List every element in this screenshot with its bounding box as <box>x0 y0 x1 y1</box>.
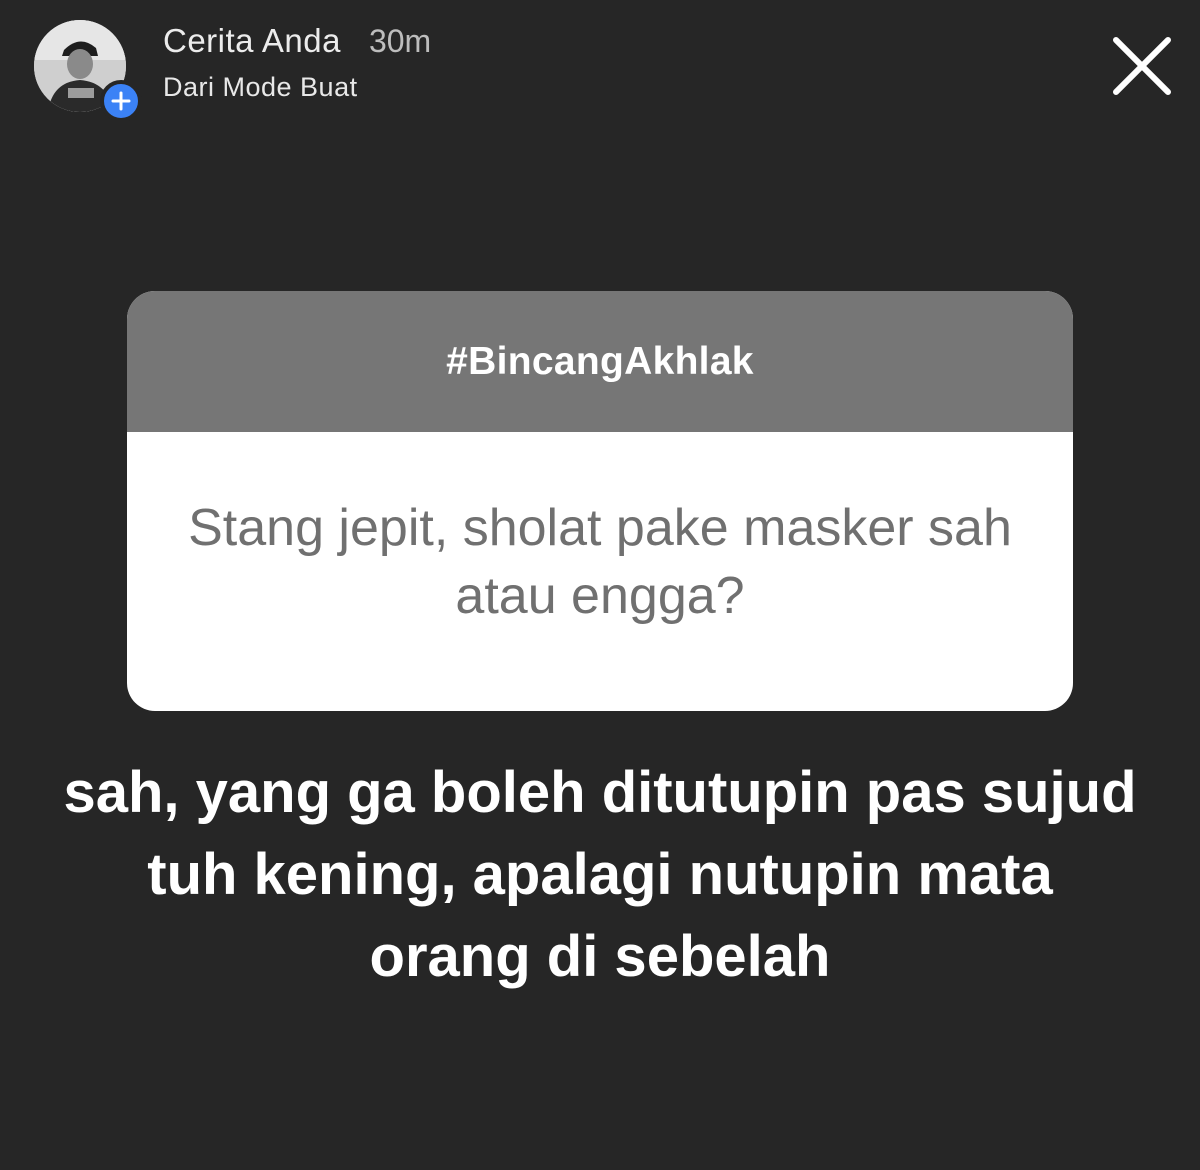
story-subtitle: Dari Mode Buat <box>163 72 358 102</box>
story-timestamp: 30m <box>368 23 432 59</box>
close-icon[interactable] <box>1106 30 1178 102</box>
question-hashtag: #BincangAkhlak <box>446 339 754 383</box>
profile-avatar[interactable] <box>34 20 142 122</box>
answer-text: sah, yang ga boleh ditutupin pas sujud t… <box>63 760 1137 989</box>
question-sticker-body: Stang jepit, sholat pake masker sah atau… <box>127 432 1073 711</box>
story-screen: Cerita Anda 30m Dari Mode Buat #BincangA… <box>0 0 1200 1170</box>
question-sticker-header: #BincangAkhlak <box>127 291 1073 432</box>
story-header: Cerita Anda 30m Dari Mode Buat <box>163 22 431 103</box>
plus-circle-icon[interactable] <box>100 80 142 122</box>
question-text: Stang jepit, sholat pake masker sah atau… <box>188 498 1012 625</box>
story-title[interactable]: Cerita Anda <box>163 22 341 60</box>
question-sticker: #BincangAkhlak Stang jepit, sholat pake … <box>127 291 1073 711</box>
